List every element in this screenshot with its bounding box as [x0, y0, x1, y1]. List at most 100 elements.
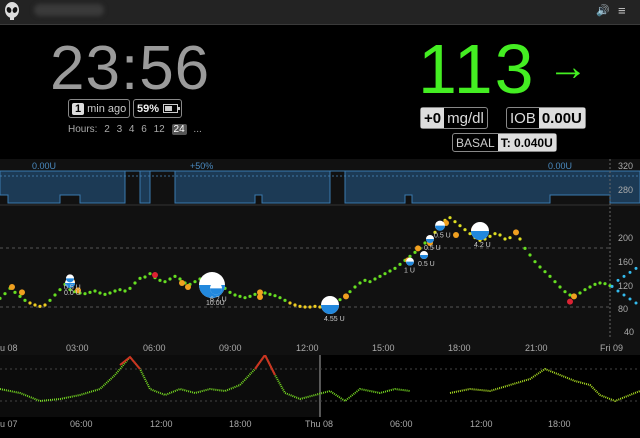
hist-tick-0600a: 06:00 [70, 419, 93, 429]
bg-reading-point [523, 246, 527, 250]
y-tick-120: 120 [618, 281, 633, 291]
bg-reading-point [98, 291, 102, 295]
units-label: mg/dl [447, 109, 484, 127]
bg-reading-point [193, 280, 197, 284]
iob-label: IOB [510, 109, 536, 127]
x-tick-0300: 03:00 [66, 343, 89, 353]
forecast-point [634, 301, 638, 305]
bg-reading-point [368, 280, 372, 284]
current-time: 23:56 [50, 34, 211, 103]
battery-status: 59% [133, 99, 183, 118]
battery-value: 59% [137, 102, 160, 115]
hours-option-3[interactable]: 3 [117, 124, 123, 135]
hours-option-4[interactable]: 4 [129, 124, 135, 135]
iob-value: 0.00U [538, 108, 585, 128]
treatment-marker[interactable] [415, 245, 421, 252]
bg-delta: +0 mg/dl [420, 107, 488, 129]
hamburger-menu-icon[interactable]: ≡ [618, 3, 626, 18]
treatment-marker[interactable] [185, 284, 191, 290]
basal-label: BASAL [456, 135, 495, 150]
bg-reading-point [313, 304, 317, 308]
last-reading-age: 1 min ago [68, 99, 131, 118]
treatment-marker[interactable] [179, 280, 185, 286]
basal-label-left: 0.00U [32, 161, 56, 171]
bolus-label: 4.2 U [474, 242, 491, 249]
treatment-marker[interactable] [513, 229, 519, 236]
x-tick-0600: 06:00 [143, 343, 166, 353]
bg-reading-point [298, 304, 302, 308]
bg-reading-point [548, 274, 552, 278]
bg-reading-point [413, 250, 417, 254]
hours-option-12[interactable]: 12 [154, 124, 165, 135]
bg-reading-point [378, 274, 382, 278]
main-bg-chart[interactable]: 0.00U +50% 0.00U 0.0 U0.5 U10.0U6.7 U4.5… [0, 159, 640, 339]
bg-reading-point [13, 290, 17, 294]
treatment-marker[interactable] [19, 289, 25, 296]
bg-reading-point [518, 237, 522, 241]
hist-tick-1200b: 12:00 [470, 419, 493, 429]
x-tick-1200: 12:00 [296, 343, 319, 353]
bg-reading-point [253, 292, 257, 296]
bg-reading-point [348, 290, 352, 294]
bg-reading-point [248, 294, 252, 298]
bg-reading-point [338, 298, 342, 302]
bg-reading-point [538, 265, 542, 269]
hist-tick-0600b: 06:00 [390, 419, 413, 429]
bg-reading-point [563, 290, 567, 294]
treatment-marker[interactable] [257, 294, 263, 300]
bolus-label: 0.5 U [434, 233, 451, 240]
y-tick-200: 200 [618, 233, 633, 243]
bolus-label: 6.7 U [210, 296, 227, 303]
speaker-icon[interactable]: 🔊 [596, 4, 610, 17]
bg-reading-point [158, 278, 162, 282]
hours-option-6[interactable]: 6 [141, 124, 147, 135]
hist-tick-thu08: Thu 08 [305, 419, 333, 429]
bg-reading-point [583, 288, 587, 292]
bg-reading-point [578, 291, 582, 295]
x-tick-1500: 15:00 [372, 343, 395, 353]
age-value: 1 [72, 102, 85, 115]
treatment-marker[interactable] [9, 284, 15, 290]
bg-reading-point [393, 266, 397, 270]
bg-reading-point [508, 236, 512, 240]
hours-option-more[interactable]: ... [193, 124, 201, 135]
treatment-marker[interactable] [571, 293, 577, 300]
basal-label-right: 0.00U [548, 161, 572, 171]
hours-option-24[interactable]: 24 [171, 124, 187, 135]
battery-icon [163, 104, 181, 113]
y-tick-80: 80 [618, 304, 628, 314]
bg-reading-point [133, 281, 137, 285]
bg-reading-point [543, 270, 547, 274]
bg-reading-point [303, 305, 307, 309]
hours-option-2[interactable]: 2 [104, 124, 110, 135]
treatment-marker[interactable] [453, 232, 459, 238]
bg-reading-point [553, 280, 557, 284]
bg-reading-point [453, 220, 457, 224]
bg-reading-point [533, 260, 537, 264]
bg-reading-point [598, 281, 602, 285]
bg-reading-point [173, 274, 177, 278]
x-tick-u08: u 08 [0, 343, 18, 353]
hours-selector: Hours: 2 3 4 6 12 24 ... [68, 124, 206, 135]
bg-reading-point [128, 286, 132, 290]
basal-label-temp: +50% [190, 161, 213, 171]
announcement-marker[interactable] [152, 272, 158, 278]
bg-reading-point [238, 294, 242, 298]
main-x-axis: u 08 03:00 06:00 09:00 12:00 15:00 18:00… [0, 339, 640, 355]
bg-reading-point [43, 303, 47, 307]
forecast-point [634, 266, 638, 270]
bg-reading-point [593, 282, 597, 286]
forecast-point [622, 293, 626, 297]
basal-display: BASAL T: 0.040U [452, 133, 557, 152]
bg-reading-point [83, 292, 87, 296]
bg-reading-point [528, 253, 532, 257]
bg-reading-point [138, 276, 142, 280]
bg-reading-point [488, 234, 492, 238]
announcement-marker[interactable] [567, 298, 573, 305]
history-chart[interactable]: u 07 06:00 12:00 18:00 Thu 08 06:00 12:0… [0, 355, 640, 438]
bg-reading-point [103, 292, 107, 296]
y-tick-280: 280 [618, 185, 633, 195]
forecast-point [628, 270, 632, 274]
treatment-marker[interactable] [343, 293, 349, 300]
bg-reading-point [468, 232, 472, 236]
